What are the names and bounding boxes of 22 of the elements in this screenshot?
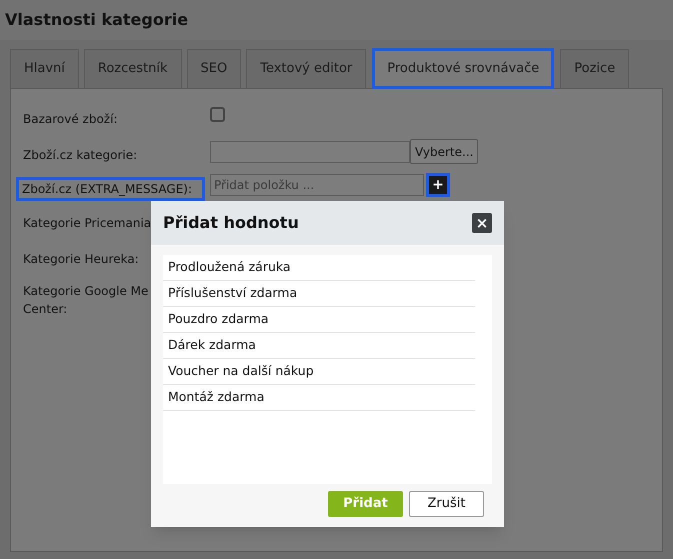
field-label: Kategorie Heureka:	[22, 251, 140, 268]
checkbox[interactable]	[210, 107, 225, 122]
list-item[interactable]: Voucher na další nákup	[163, 359, 475, 385]
choose-button[interactable]: Vyberte...	[410, 139, 478, 164]
dialog-title: Přidat hodnotu	[163, 212, 299, 234]
add-button[interactable]: +	[426, 173, 450, 197]
list-item[interactable]: Dárek zdarma	[163, 333, 475, 359]
field-label: Bazarové zboží:	[22, 111, 118, 128]
close-button[interactable]: ×	[472, 213, 492, 233]
field-label: Kategorie Google Me Center:	[22, 283, 150, 318]
list-item[interactable]: Příslušenství zdarma	[163, 281, 475, 307]
tab[interactable]: Produktové srovnávače	[373, 49, 554, 88]
field-label: Zboží.cz (EXTRA_MESSAGE):	[19, 180, 202, 198]
field-label: Zboží.cz kategorie:	[22, 147, 138, 164]
add-item-field[interactable]: Přidat položku ...	[210, 174, 424, 196]
cancel-button[interactable]: Zrušit	[409, 491, 484, 517]
category-field[interactable]	[210, 140, 410, 162]
list-item[interactable]: Pouzdro zdarma	[163, 307, 475, 333]
page-title: Vlastnosti kategorie	[5, 9, 188, 31]
list-item[interactable]: Prodloužená záruka	[163, 255, 475, 281]
field-label: Kategorie Pricemania	[22, 215, 152, 232]
list-item[interactable]: Montáž zdarma	[163, 385, 475, 411]
